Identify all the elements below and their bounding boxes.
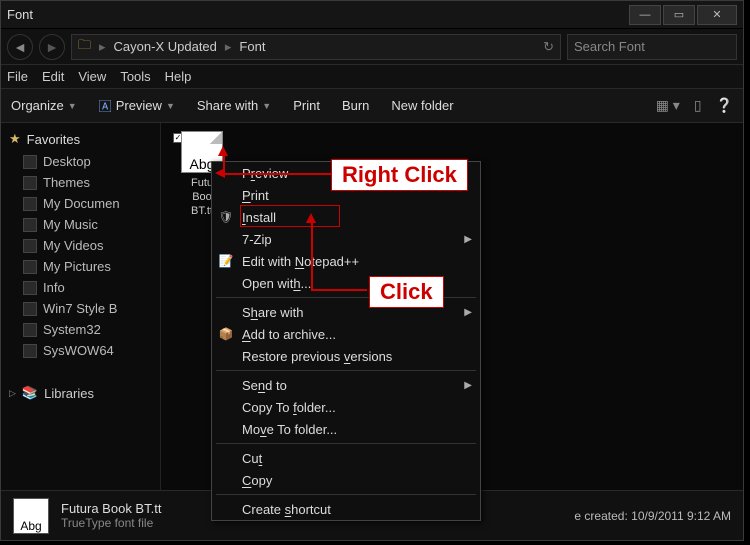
ctx-restore-versions[interactable]: Restore previous versions (212, 345, 480, 367)
folder-icon (23, 281, 37, 295)
sidebar-item-system32[interactable]: System32 (1, 319, 160, 340)
ctx-print[interactable]: Print (212, 184, 480, 206)
font-thumbnail-icon: Abg (13, 498, 49, 534)
menu-view[interactable]: View (78, 69, 106, 84)
minimize-button[interactable]: — (629, 5, 661, 25)
forward-button[interactable]: ► (39, 34, 65, 60)
burn-button[interactable]: Burn (342, 98, 369, 113)
menu-bar: File Edit View Tools Help (1, 65, 743, 89)
path-segment[interactable]: Cayon-X Updated (114, 39, 217, 54)
help-icon[interactable]: ❔ (716, 97, 733, 114)
refresh-icon[interactable]: ↻ (543, 39, 554, 55)
organize-button[interactable]: Organize▼ (11, 98, 77, 113)
sidebar-item-syswow64[interactable]: SysWOW64 (1, 340, 160, 361)
window-title: Font (7, 7, 627, 22)
details-name: Futura Book BT.tt (61, 501, 161, 516)
ctx-preview[interactable]: Preview (212, 162, 480, 184)
sidebar-item-themes[interactable]: Themes (1, 172, 160, 193)
sidebar-item-win7style[interactable]: Win7 Style B (1, 298, 160, 319)
folder-icon (23, 344, 37, 358)
notepad-icon: 📝 (218, 253, 234, 269)
ctx-send-to[interactable]: Send to▶ (212, 374, 480, 396)
ctx-add-archive[interactable]: 📦Add to archive... (212, 323, 480, 345)
menu-help[interactable]: Help (165, 69, 192, 84)
folder-icon (23, 260, 37, 274)
ctx-edit-notepadpp[interactable]: 📝Edit with Notepad++ (212, 250, 480, 272)
details-date-label: e created: (574, 509, 627, 523)
share-button[interactable]: Share with▼ (197, 98, 271, 113)
preview-button[interactable]: 🄰Preview▼ (99, 96, 175, 115)
sidebar-item-documents[interactable]: My Documen (1, 193, 160, 214)
shield-icon: 🛡 (218, 209, 234, 225)
menu-edit[interactable]: Edit (42, 69, 64, 84)
back-button[interactable]: ◄ (7, 34, 33, 60)
folder-icon (23, 239, 37, 253)
details-type: TrueType font file (61, 516, 161, 530)
sidebar-item-pictures[interactable]: My Pictures (1, 256, 160, 277)
path-segment[interactable]: Font (239, 39, 265, 54)
folder-icon (23, 155, 37, 169)
search-placeholder: Search Font (574, 39, 645, 54)
favorites-header[interactable]: ★ Favorites (1, 127, 160, 151)
sidebar: ★ Favorites Desktop Themes My Documen My… (1, 123, 161, 490)
ctx-copy[interactable]: Copy (212, 469, 480, 491)
libraries-header[interactable]: ▷ 📚 Libraries (1, 381, 160, 405)
folder-icon (23, 218, 37, 232)
sidebar-item-music[interactable]: My Music (1, 214, 160, 235)
libraries-icon: 📚 (22, 385, 38, 401)
folder-icon (23, 302, 37, 316)
folder-icon (23, 197, 37, 211)
maximize-button[interactable]: ▭ (663, 5, 695, 25)
toolbar: Organize▼ 🄰Preview▼ Share with▼ Print Bu… (1, 89, 743, 123)
address-bar[interactable]: 🗀 ▸ Cayon-X Updated ▸ Font ↻ (71, 34, 561, 60)
folder-icon (23, 323, 37, 337)
sidebar-item-desktop[interactable]: Desktop (1, 151, 160, 172)
star-icon: ★ (9, 131, 21, 147)
ctx-install[interactable]: 🛡Install (212, 206, 480, 228)
folder-icon (23, 176, 37, 190)
chevron-right-icon: ▶ (464, 234, 472, 245)
ctx-copy-to[interactable]: Copy To folder... (212, 396, 480, 418)
chevron-right-icon: ▶ (464, 380, 472, 391)
ctx-7zip[interactable]: 7-Zip▶ (212, 228, 480, 250)
print-button[interactable]: Print (293, 98, 320, 113)
ctx-move-to[interactable]: Move To folder... (212, 418, 480, 440)
menu-file[interactable]: File (7, 69, 28, 84)
newfolder-button[interactable]: New folder (391, 98, 453, 113)
close-button[interactable]: ✕ (697, 5, 737, 25)
ctx-share-with[interactable]: Share with▶ (212, 301, 480, 323)
sidebar-item-videos[interactable]: My Videos (1, 235, 160, 256)
ctx-cut[interactable]: Cut (212, 447, 480, 469)
archive-icon: 📦 (218, 326, 234, 342)
chevron-right-icon: ▷ (9, 388, 16, 399)
details-date-value: 10/9/2011 9:12 AM (631, 509, 731, 523)
preview-pane-icon[interactable]: ▯ (694, 97, 702, 114)
context-menu: Preview Print 🛡Install 7-Zip▶ 📝Edit with… (211, 161, 481, 521)
ctx-create-shortcut[interactable]: Create shortcut (212, 498, 480, 520)
view-mode-icon[interactable]: ▦ ▾ (656, 97, 680, 114)
search-input[interactable]: Search Font (567, 34, 737, 60)
sidebar-item-info[interactable]: Info (1, 277, 160, 298)
chevron-right-icon: ▶ (464, 307, 472, 318)
folder-icon: 🗀 (78, 36, 91, 58)
menu-tools[interactable]: Tools (120, 69, 150, 84)
ctx-open-with[interactable]: Open with... (212, 272, 480, 294)
